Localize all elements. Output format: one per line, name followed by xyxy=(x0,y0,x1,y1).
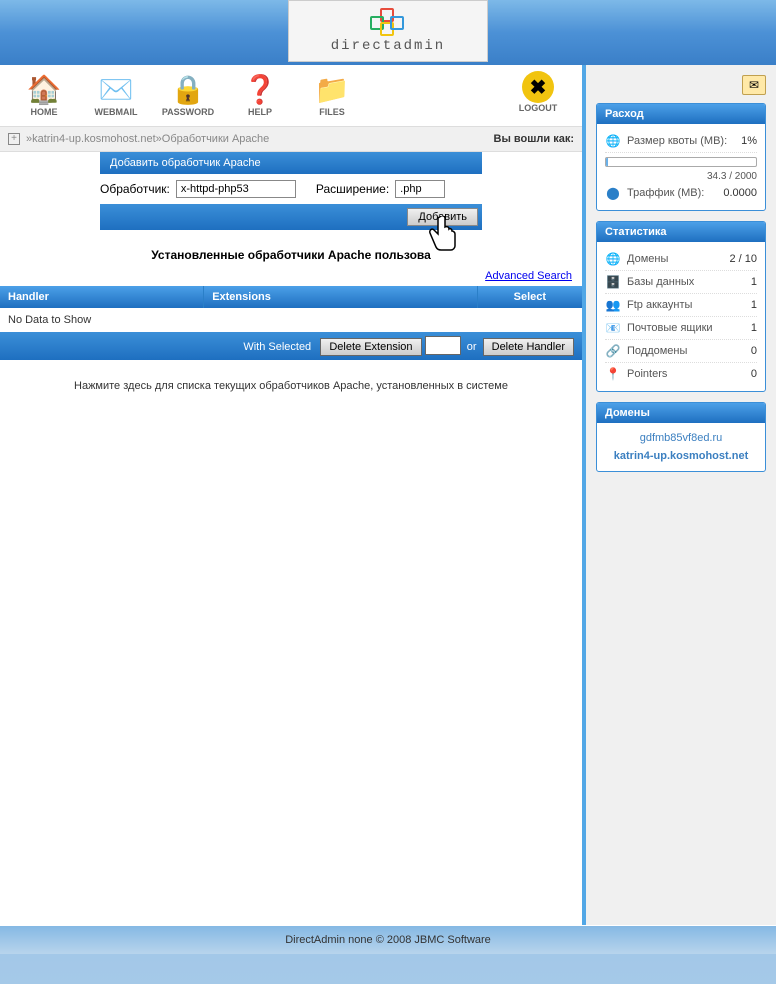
delete-extension-button[interactable]: Delete Extension xyxy=(320,338,421,356)
extension-label: Расширение: xyxy=(316,182,389,196)
breadcrumb: + » katrin4-up.kosmohost.net » Обработчи… xyxy=(0,127,582,152)
footer: DirectAdmin none © 2008 JBMC Software xyxy=(0,925,776,954)
nav-label: HELP xyxy=(248,107,272,117)
stat-row[interactable]: 📍 Pointers0 xyxy=(605,363,757,385)
col-extensions[interactable]: Extensions xyxy=(204,286,478,308)
stat-label: Базы данных xyxy=(627,276,751,288)
messages-button[interactable]: ✉ xyxy=(742,75,766,95)
handler-input[interactable] xyxy=(176,180,296,198)
breadcrumb-host[interactable]: katrin4-up.kosmohost.net xyxy=(32,133,156,145)
globe-icon: 🌐 xyxy=(605,133,621,149)
home-icon: 🏠 xyxy=(25,71,63,107)
nav-label: HOME xyxy=(31,107,58,117)
breadcrumb-page: Обработчики Apache xyxy=(162,133,270,145)
stat-row[interactable]: 👥 Ftp аккаунты1 xyxy=(605,294,757,317)
stat-val: 2 / 10 xyxy=(729,253,757,265)
stat-icon: 📧 xyxy=(605,320,621,336)
delete-handler-button[interactable]: Delete Handler xyxy=(483,338,574,356)
col-handler[interactable]: Handler xyxy=(0,286,204,308)
nav-files[interactable]: 📁 FILES xyxy=(296,67,368,117)
stat-label: Почтовые ящики xyxy=(627,322,751,334)
lock-icon: 🔒 xyxy=(169,71,207,107)
domains-panel: Домены gdfmb85vf8ed.rukatrin4-up.kosmoho… xyxy=(596,402,766,472)
stat-icon: 🗄️ xyxy=(605,274,621,290)
quota-progress xyxy=(605,157,757,167)
traffic-label: Траффик (MB): xyxy=(627,187,723,199)
nav-logout[interactable]: ✖ LOGOUT xyxy=(502,67,574,113)
usage-panel: Расход 🌐 Размер квоты (MB): 1% 34.3 / 20… xyxy=(596,103,766,211)
stats-panel: Статистика 🌐Домены2 / 10🗄️Базы данных1👥F… xyxy=(596,221,766,392)
stat-icon: 👥 xyxy=(605,297,621,313)
logged-in-as: Вы вошли как: xyxy=(494,133,575,145)
stat-row[interactable]: 📧 Почтовые ящики1 xyxy=(605,317,757,340)
stat-label: Pointers xyxy=(627,368,751,380)
stat-label: Ftp аккаунты xyxy=(627,299,751,311)
stat-val: 1 xyxy=(751,322,757,334)
nav-label: LOGOUT xyxy=(519,103,558,113)
stat-val: 0 xyxy=(751,345,757,357)
nav-label: PASSWORD xyxy=(162,107,214,117)
stat-row[interactable]: 🗄️ Базы данных1 xyxy=(605,271,757,294)
files-icon: 📁 xyxy=(313,71,351,107)
or-label: or xyxy=(467,341,477,353)
mail-icon: ✉️ xyxy=(97,71,135,107)
logo: directadmin xyxy=(288,0,488,62)
col-select[interactable]: Select xyxy=(477,286,582,308)
domain-link[interactable]: gdfmb85vf8ed.ru xyxy=(605,429,757,447)
traffic-val: 0.0000 xyxy=(723,187,757,199)
nav-label: FILES xyxy=(319,107,345,117)
quota-pct: 1% xyxy=(741,135,757,147)
stat-val: 0 xyxy=(751,368,757,380)
stat-label: Домены xyxy=(627,253,729,265)
stat-row[interactable]: 🔗 Поддомены0 xyxy=(605,340,757,363)
envelope-check-icon: ✉ xyxy=(749,78,759,92)
nav-webmail[interactable]: ✉️ WEBMAIL xyxy=(80,67,152,117)
empty-row: No Data to Show xyxy=(0,308,582,332)
quota-text: 34.3 / 2000 xyxy=(605,171,757,182)
stat-val: 1 xyxy=(751,299,757,311)
header-band: directadmin xyxy=(0,0,776,65)
nav-password[interactable]: 🔒 PASSWORD xyxy=(152,67,224,117)
brand-text: directadmin xyxy=(331,38,445,54)
stat-label: Поддомены xyxy=(627,345,751,357)
usage-title: Расход xyxy=(597,104,765,124)
stat-val: 1 xyxy=(751,276,757,288)
domain-link[interactable]: katrin4-up.kosmohost.net xyxy=(605,447,757,465)
logo-icon xyxy=(370,8,406,36)
nav-help[interactable]: ❓ HELP xyxy=(224,67,296,117)
system-handlers-link[interactable]: Нажмите здесь для списка текущих обработ… xyxy=(74,380,508,392)
disk-icon: ⬤ xyxy=(605,185,621,201)
extension-filter-input[interactable] xyxy=(425,336,461,355)
help-icon: ❓ xyxy=(241,71,279,107)
stat-row[interactable]: 🌐 Домены2 / 10 xyxy=(605,248,757,271)
advanced-search-link[interactable]: Advanced Search xyxy=(485,270,572,282)
toolbar: 🏠 HOME ✉️ WEBMAIL 🔒 PASSWORD ❓ HELP 📁 xyxy=(0,65,582,127)
expand-icon[interactable]: + xyxy=(8,133,20,145)
stat-icon: 🌐 xyxy=(605,251,621,267)
logout-icon: ✖ xyxy=(522,71,554,103)
form-title: Добавить обработчик Apache xyxy=(100,152,482,174)
nav-label: WEBMAIL xyxy=(95,107,138,117)
handler-label: Обработчик: xyxy=(100,182,170,196)
quota-label: Размер квоты (MB): xyxy=(627,135,741,147)
stats-title: Статистика xyxy=(597,222,765,242)
stat-icon: 📍 xyxy=(605,366,621,382)
stat-icon: 🔗 xyxy=(605,343,621,359)
nav-home[interactable]: 🏠 HOME xyxy=(8,67,80,117)
handlers-table: Handler Extensions Select No Data to Sho… xyxy=(0,286,582,360)
domains-title: Домены xyxy=(597,403,765,423)
extension-input[interactable] xyxy=(395,180,445,198)
with-selected-label: With Selected xyxy=(243,341,311,353)
add-button[interactable]: Добавить xyxy=(407,208,478,226)
section-subtitle: Установленные обработчики Apache пользов… xyxy=(0,230,582,270)
